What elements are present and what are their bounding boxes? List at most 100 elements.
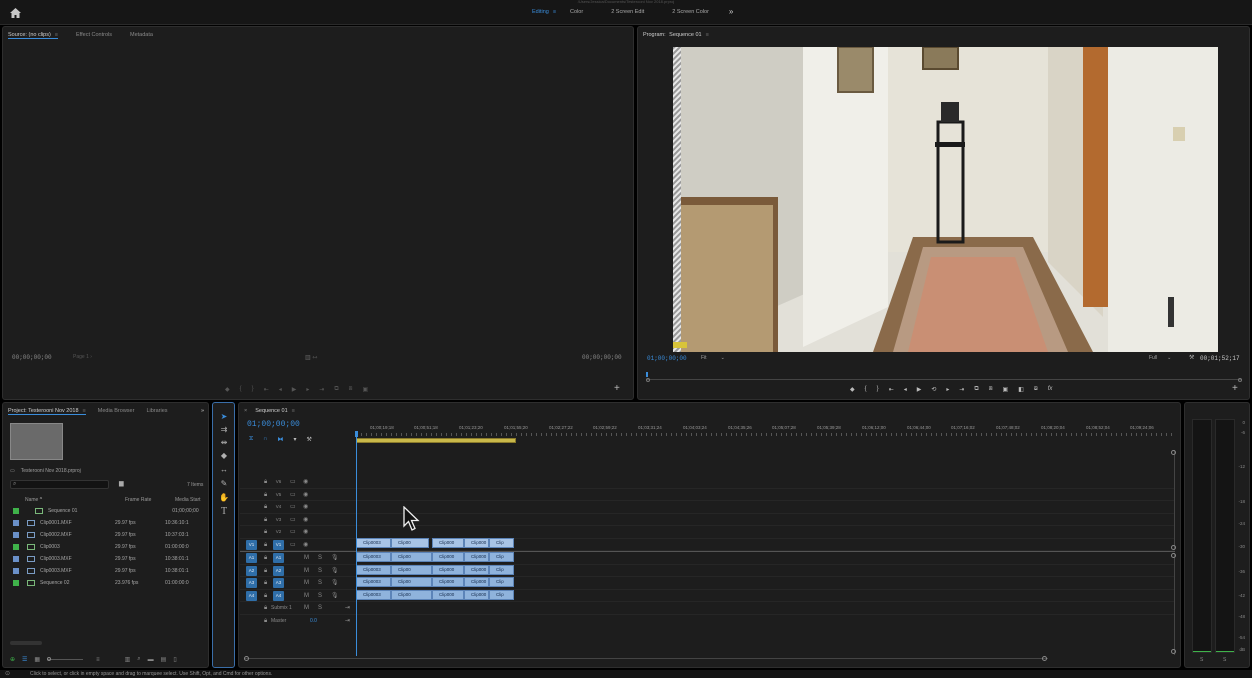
clip-a2[interactable]: Clip00 xyxy=(391,564,432,575)
source-add-button-icon[interactable]: + xyxy=(614,383,620,394)
source-settings-icon[interactable]: ▥ ⇿ xyxy=(305,354,317,361)
program-go-to-out-icon[interactable]: ⇥ xyxy=(959,386,964,393)
workspace-overflow-icon[interactable]: » xyxy=(723,8,739,19)
column-name[interactable]: Name ^ xyxy=(25,497,125,503)
clip-a3[interactable]: Clip0003 xyxy=(356,577,391,587)
lock-icon[interactable]: 🔒︎ xyxy=(264,580,267,586)
lock-icon[interactable]: ⊕ xyxy=(10,656,15,663)
clip-a3[interactable]: Clip000 xyxy=(464,577,489,587)
lock-icon[interactable]: 🔒︎ xyxy=(264,492,267,498)
clip-v1[interactable]: Clip00 xyxy=(391,538,429,548)
track-label[interactable]: V1 xyxy=(273,539,284,550)
lock-icon[interactable]: 🔒︎ xyxy=(264,555,267,561)
hand-tool-icon[interactable]: ✋ xyxy=(218,492,230,504)
lock-icon[interactable]: 🔒︎ xyxy=(264,593,267,599)
program-play-icon[interactable]: ▶ xyxy=(917,386,922,393)
clip-v1[interactable]: Clip000 xyxy=(464,538,489,548)
clip-a4[interactable]: Clip0003 xyxy=(356,589,391,600)
eye-icon[interactable]: ◉ xyxy=(303,504,308,510)
add-marker-icon[interactable]: ▾ xyxy=(294,436,297,443)
track-submix[interactable]: 🔒︎ Submix 1 M S ⇥ xyxy=(240,602,1175,615)
meter-solo-left[interactable]: S xyxy=(1200,657,1203,663)
program-vr-icon[interactable]: ⧇ xyxy=(1034,386,1038,393)
eye-icon[interactable]: ◉ xyxy=(303,542,308,548)
timeline-close-icon[interactable]: × xyxy=(244,408,247,414)
microphone-icon[interactable]: 🎙︎ xyxy=(331,568,339,574)
clip-a4[interactable]: Clip xyxy=(489,589,514,600)
razor-tool-icon[interactable]: ◆ xyxy=(218,450,230,462)
program-loop-icon[interactable]: ⟲ xyxy=(931,386,936,393)
master-volume-value[interactable]: 0.0 xyxy=(310,618,317,624)
column-media-start[interactable]: Media Start xyxy=(175,497,205,503)
program-fit-select[interactable]: Fit ⌄ xyxy=(701,355,725,361)
program-timecode[interactable]: 01;00;00;00 xyxy=(647,355,687,362)
trash-icon[interactable]: ▯ xyxy=(173,656,176,663)
automate-icon[interactable]: ▥ xyxy=(125,656,131,663)
track-master[interactable]: 🔒︎ Master 0.0 ⇥ xyxy=(240,615,1175,628)
microphone-icon[interactable]: 🎙︎ xyxy=(331,593,339,599)
source-patch-a2[interactable]: A2 xyxy=(246,565,257,576)
insert-icon[interactable]: ⧉ xyxy=(334,386,338,393)
clip-a2[interactable]: Clip xyxy=(489,564,514,575)
project-overflow-icon[interactable]: » xyxy=(201,408,204,414)
lock-icon[interactable]: 🔒︎ xyxy=(264,542,267,548)
list-view-icon[interactable]: ☰ xyxy=(22,656,27,663)
icon-view-icon[interactable]: ▦ xyxy=(34,656,40,663)
tab-effect-controls[interactable]: Effect Controls xyxy=(76,32,112,38)
program-mark-out-icon[interactable]: } xyxy=(877,386,879,393)
timeline-settings-icon[interactable]: ⚒ xyxy=(307,436,312,443)
home-icon[interactable] xyxy=(10,8,21,18)
mute-button[interactable]: M xyxy=(304,555,309,561)
overwrite-icon[interactable]: ⧈ xyxy=(349,386,353,393)
project-scrollbar[interactable] xyxy=(10,641,42,645)
sync-lock-icon[interactable]: ▭ xyxy=(290,542,296,548)
microphone-icon[interactable]: 🎙︎ xyxy=(331,580,339,586)
source-timecode-out[interactable]: 00;00;00;00 xyxy=(582,354,622,361)
track-label[interactable]: A3 xyxy=(273,578,284,588)
workspace-2-screen-color[interactable]: 2 Screen Color xyxy=(658,9,723,19)
marker-icon[interactable]: ◆ xyxy=(225,386,230,393)
clip-a2[interactable]: Clip000 xyxy=(464,564,489,575)
lock-icon[interactable]: 🔒︎ xyxy=(264,504,267,510)
sort-icon[interactable]: ≡ xyxy=(96,657,100,663)
snap-icon[interactable]: ∩ xyxy=(263,436,267,443)
lock-icon[interactable]: 🔒︎ xyxy=(264,618,267,624)
new-bin-icon[interactable]: ▆ xyxy=(119,480,124,487)
timeline-playhead-handle[interactable] xyxy=(355,431,358,437)
mark-in-icon[interactable]: { xyxy=(240,386,242,393)
clip-a2[interactable]: Clip000 xyxy=(432,564,464,575)
lock-icon[interactable]: 🔒︎ xyxy=(264,517,267,523)
go-to-in-icon[interactable]: ⇤ xyxy=(264,386,269,393)
solo-button[interactable]: S xyxy=(318,605,322,611)
pen-tool-icon[interactable]: ✎ xyxy=(218,478,230,490)
clip-a1[interactable]: Clip000 xyxy=(432,552,464,562)
track-label[interactable]: A4 xyxy=(273,590,284,601)
list-item[interactable]: Clip0003 29.97 fps 01:00:00:0 xyxy=(13,541,202,553)
source-page-select[interactable]: Page 1 › xyxy=(73,354,92,360)
lock-icon[interactable]: 🔒︎ xyxy=(264,479,267,485)
program-extract-icon[interactable]: ⧈ xyxy=(989,386,993,393)
clip-a3[interactable]: Clip xyxy=(489,577,514,587)
eye-icon[interactable]: ◉ xyxy=(303,479,308,485)
clip-v1[interactable]: Clip xyxy=(489,538,514,548)
mute-button[interactable]: M xyxy=(304,605,309,611)
tab-source[interactable]: Source: (no clips) ≡ xyxy=(8,32,59,39)
sync-lock-icon[interactable]: ▭ xyxy=(290,504,296,510)
solo-button[interactable]: S xyxy=(318,593,322,599)
tab-project[interactable]: Project: Testerooni Nov 2018 ≡ xyxy=(8,408,86,415)
track-label[interactable]: V5 xyxy=(273,490,284,500)
program-playhead[interactable] xyxy=(646,372,648,377)
tab-media-browser[interactable]: Media Browser xyxy=(98,408,135,414)
list-item[interactable]: Sequence 01 01;00;00;00 xyxy=(13,505,202,517)
clip-a3[interactable]: Clip000 xyxy=(432,577,464,587)
mark-out-icon[interactable]: } xyxy=(252,386,254,393)
source-timecode-in[interactable]: 00;00;00;00 xyxy=(12,354,52,361)
solo-button[interactable]: S xyxy=(318,580,322,586)
track-label[interactable]: A1 xyxy=(273,553,284,563)
track-v3[interactable]: 🔒︎ V3 ▭ ◉ xyxy=(240,514,1175,526)
program-mark-in-icon[interactable]: { xyxy=(865,386,867,393)
timeline-ruler[interactable]: 01;00;19;18 01;00;51;18 01;01;23;20 01;0… xyxy=(356,420,1174,436)
timeline-vertical-scroll-audio[interactable] xyxy=(1171,553,1176,655)
timeline-playhead[interactable] xyxy=(356,432,357,656)
find-icon[interactable]: ⌕ xyxy=(137,656,140,663)
